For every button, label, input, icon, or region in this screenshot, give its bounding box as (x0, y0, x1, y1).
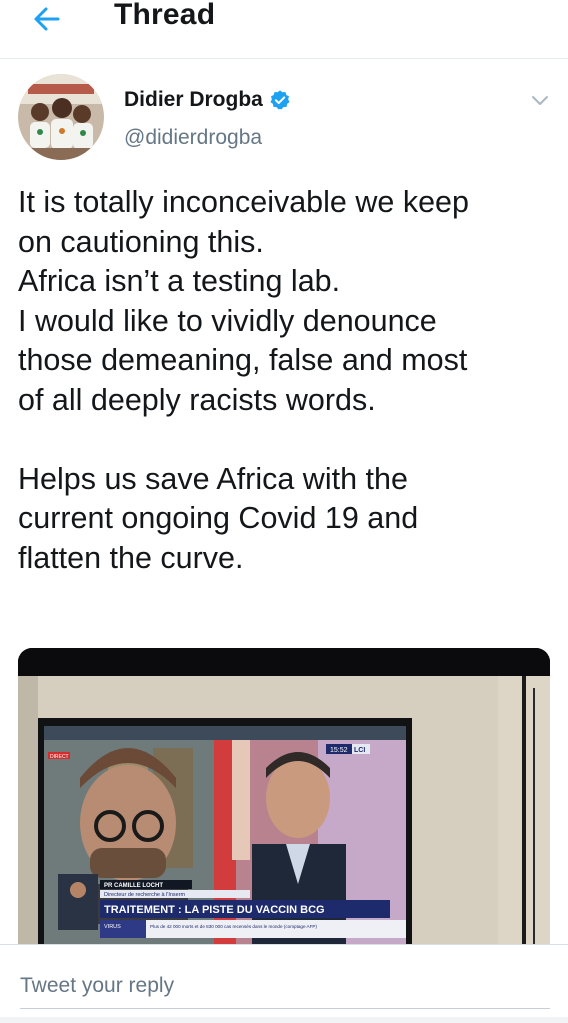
tv-direct-badge: DIRECT (50, 754, 69, 760)
tv-ticker: Plus de 42 000 morts et de 830 000 cas r… (150, 924, 317, 929)
author-display-name: Didier Drogba (124, 88, 263, 111)
profile-photo-icon (18, 74, 104, 160)
tweet-text: It is totally inconceivable we keep on c… (18, 183, 550, 578)
verified-badge-icon (270, 90, 290, 110)
tweet-media-video[interactable]: 15:52 LCI DIRECT PR CAMILLE LOCHT Direct… (18, 648, 550, 944)
avatar[interactable] (18, 74, 104, 160)
tweet-menu-button[interactable] (526, 86, 554, 114)
reply-input[interactable] (20, 968, 460, 1004)
tweet-line: of all deeply racists words. (18, 382, 376, 417)
tweet-line: those demeaning, false and most (18, 343, 468, 377)
reply-underline (20, 1008, 550, 1009)
tv-section: VIRUS (104, 924, 121, 930)
tv-channel: LCI (354, 747, 365, 754)
video-thumbnail: 15:52 LCI DIRECT PR CAMILLE LOCHT Direct… (18, 648, 550, 944)
back-button[interactable] (22, 2, 66, 36)
tweet-line: Africa isn’t a testing lab. (18, 264, 341, 298)
tweet-line: I would like to vividly denounce (18, 303, 437, 338)
tv-guest-name: PR CAMILLE LOCHT (104, 883, 163, 889)
tv-headline: TRAITEMENT : LA PISTE DU VACCIN BCG (104, 904, 325, 916)
top-bar: Thread (0, 0, 568, 59)
tv-guest-title: Directeur de recherche à l'Inserm (104, 892, 186, 898)
tweet-line: It is totally inconceivable we keep (18, 185, 469, 219)
divider (0, 944, 568, 945)
page-title: Thread (114, 0, 216, 31)
tv-clock: 15:52 (330, 747, 348, 754)
bottom-bar (0, 1017, 568, 1023)
chevron-down-icon (532, 96, 548, 105)
author-name-row[interactable]: Didier Drogba (124, 88, 291, 112)
tweet-line: on cautioning this. (18, 224, 264, 259)
tweet-line: current ongoing Covid 19 and (18, 501, 419, 535)
tweet-line: Helps us save Africa with the (18, 461, 408, 496)
tweet-line: flatten the curve. (18, 540, 244, 575)
arrow-left-icon (34, 7, 60, 31)
author-handle[interactable]: @didierdrogba (124, 126, 262, 150)
